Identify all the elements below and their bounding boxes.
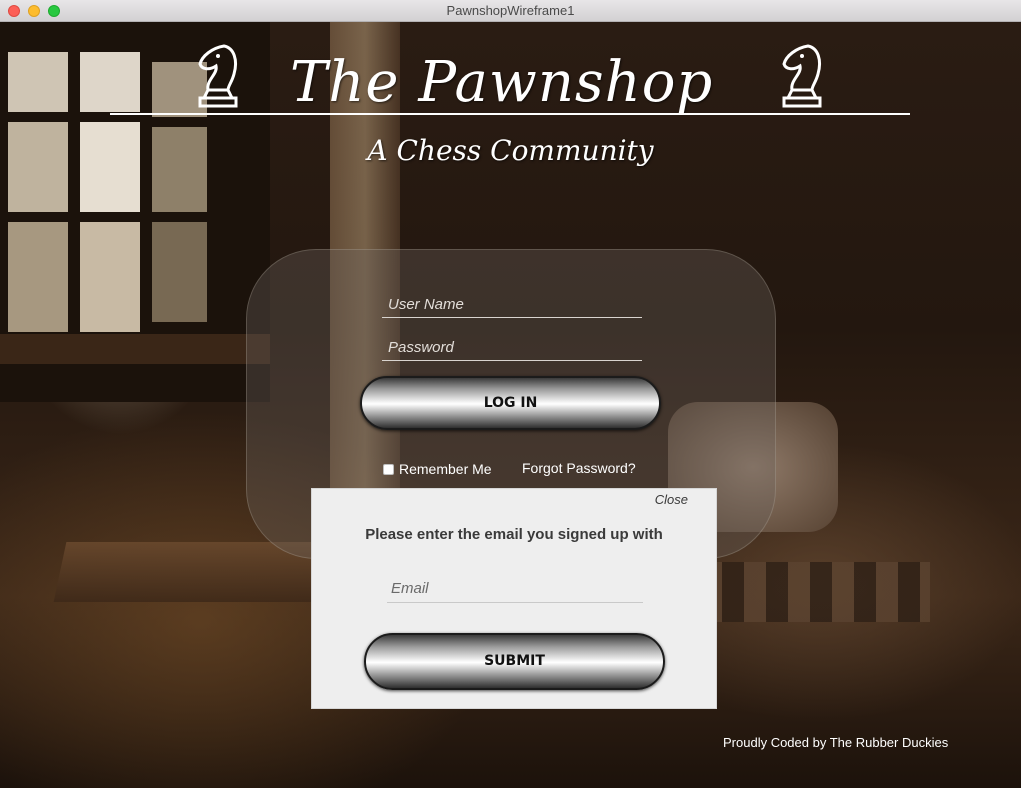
remember-me-checkbox[interactable]: Remember Me [383,460,492,478]
knight-icon [198,44,238,108]
modal-close-button[interactable]: Close [655,492,688,507]
footer-credit: Proudly Coded by The Rubber Duckies [723,735,949,750]
chessboard-illustration [700,562,930,622]
app-window: PawnshopWireframe1 The Pawnshop A Chess … [0,0,1021,788]
knight-icon [782,44,822,108]
app-title: The Pawnshop [290,50,714,115]
remember-me-label: Remember Me [399,461,492,477]
window-title: PawnshopWireframe1 [446,3,575,18]
email-input[interactable] [387,575,643,603]
forgot-password-link[interactable]: Forgot Password? [522,460,636,476]
login-button[interactable]: LOG IN [360,376,661,430]
password-input[interactable] [382,335,642,361]
header: The Pawnshop A Chess Community [0,22,1021,182]
username-input[interactable] [382,292,642,318]
title-divider [110,113,910,115]
submit-button[interactable]: SUBMIT [364,633,665,690]
app-subtitle: A Chess Community [367,134,654,167]
modal-prompt: Please enter the email you signed up wit… [365,526,663,543]
window-titlebar: PawnshopWireframe1 [0,0,1021,22]
forgot-password-modal: Close Please enter the email you signed … [311,488,717,709]
checkbox-icon[interactable] [383,463,394,475]
